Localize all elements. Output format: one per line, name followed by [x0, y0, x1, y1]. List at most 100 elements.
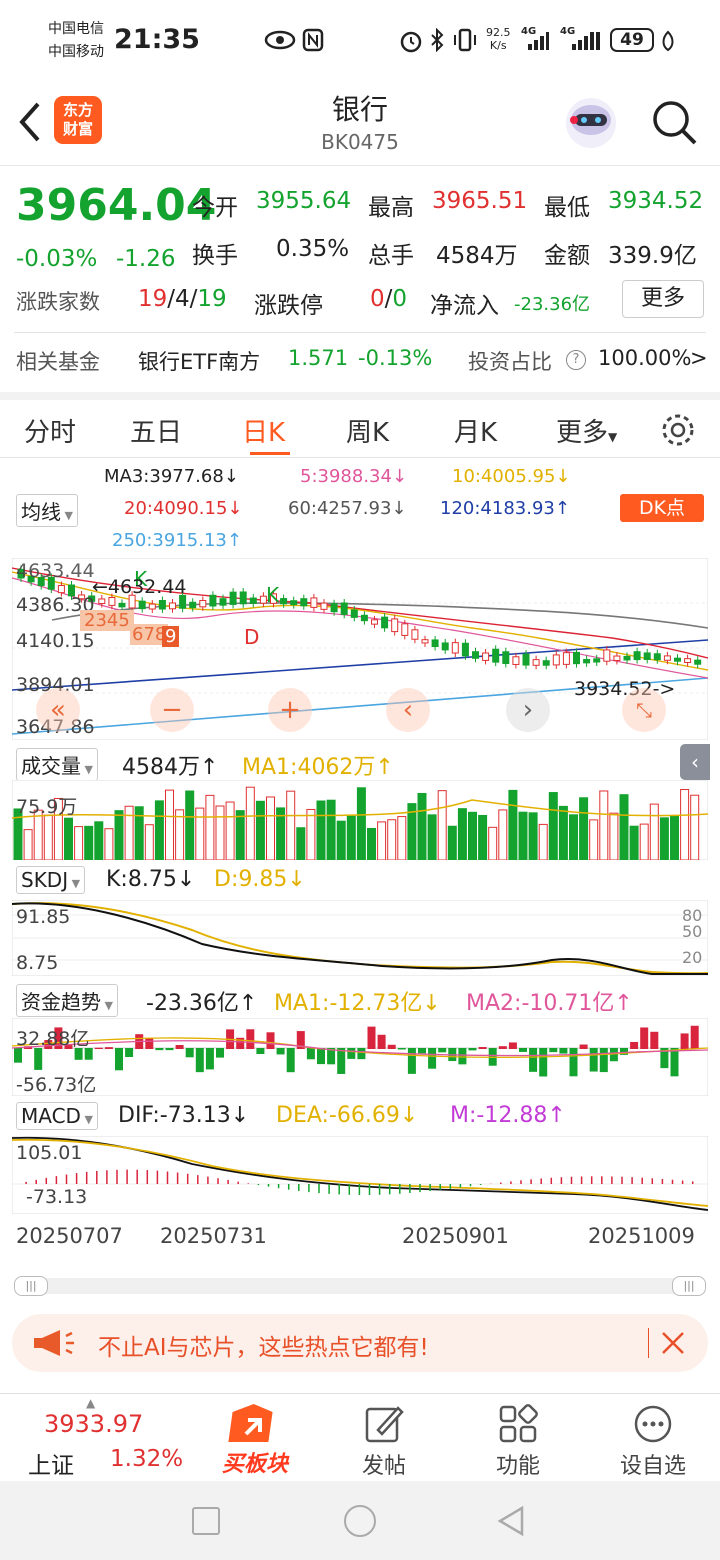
candle [451, 642, 459, 654]
scroll-handle-right[interactable]: ||| [672, 1276, 706, 1296]
volume-bar [629, 825, 639, 860]
macd-chart[interactable] [12, 1136, 708, 1214]
close-icon[interactable] [660, 1330, 686, 1356]
candle [421, 639, 429, 644]
seq-count-3: 9 [162, 626, 180, 647]
carrier-2: 中国移动 [48, 44, 104, 60]
fund-bar [94, 1047, 103, 1049]
index-name[interactable]: 上证 [28, 1446, 74, 1480]
candle [350, 609, 358, 618]
active-tab-indicator [250, 452, 290, 455]
candle [199, 600, 207, 608]
tab-five-day[interactable]: 五日 [130, 412, 182, 449]
candle [573, 651, 580, 665]
fund-bar [397, 1048, 406, 1050]
ratio-arrow[interactable]: > [690, 346, 708, 370]
timeline-scrollbar[interactable] [14, 1278, 706, 1294]
recent-apps-icon[interactable] [192, 1507, 220, 1535]
back-nav-icon[interactable] [496, 1505, 526, 1537]
fund-bar [347, 1048, 356, 1059]
fund-label: 相关基金 [16, 350, 100, 374]
volume-bar [548, 792, 558, 860]
zoom-out-button[interactable]: − [150, 688, 194, 732]
volume-chart[interactable] [12, 780, 708, 860]
fund-pct: -0.13% [358, 346, 433, 370]
ma20-value: 20:4090.15↓ [124, 498, 243, 519]
fund-bar [155, 1048, 164, 1051]
candle [381, 616, 389, 629]
netflow-value: -23.36亿 [514, 294, 591, 315]
buy-icon [228, 1404, 273, 1442]
fund-bar [276, 1048, 285, 1055]
kline-y-3: 4140.15 [16, 630, 95, 652]
scroll-handle-left[interactable]: ||| [14, 1276, 48, 1296]
fund-bar [680, 1033, 689, 1049]
volume-bar [437, 790, 447, 860]
robot-avatar-icon[interactable] [562, 94, 620, 152]
skdj-selector[interactable]: SKDJ ▼ [16, 866, 86, 894]
tab-intraday[interactable]: 分时 [24, 412, 76, 449]
promo-banner[interactable]: 不止AI与芯片，这些热点它都有! [12, 1314, 708, 1372]
candle [189, 601, 197, 609]
volume-selector[interactable]: 成交量 ▼ [16, 748, 98, 781]
ma-selector[interactable]: 均线 ▼ [16, 494, 78, 527]
volume-bar [478, 814, 488, 860]
help-icon[interactable]: ? [566, 350, 586, 370]
candle [593, 658, 601, 663]
fund-bar [104, 1047, 113, 1049]
index-value[interactable]: 3933.97 [44, 1410, 143, 1438]
fund-bar [468, 1048, 477, 1051]
edit-icon [365, 1406, 404, 1443]
zoom-in-button[interactable]: + [268, 688, 312, 732]
fund-trend-chart[interactable] [12, 1018, 708, 1096]
dk-button[interactable]: DK点 [620, 494, 704, 522]
fund-trend-value: -23.36亿↑ [146, 991, 258, 1016]
home-icon[interactable] [344, 1505, 376, 1537]
scroll-left-fast-button[interactable]: « [36, 688, 80, 732]
skdj-y-1: 91.85 [16, 906, 71, 928]
candle [522, 653, 530, 666]
tab-more[interactable]: 更多▼ [556, 412, 617, 449]
fund-bar [519, 1048, 527, 1052]
index-pct[interactable]: 1.32% [110, 1446, 183, 1472]
buy-sector-button[interactable]: 买板块 [210, 1400, 300, 1480]
candle [653, 653, 661, 661]
vibrate-icon [454, 28, 476, 52]
scroll-right-button[interactable]: › [506, 688, 550, 732]
collapse-panel-icon[interactable]: ‹ [680, 744, 710, 780]
candle [492, 648, 500, 663]
fund-bar [418, 1048, 426, 1054]
expand-icon[interactable]: ⤡ [622, 688, 666, 732]
carrier-1: 中国电信 [48, 21, 104, 37]
macd-selector[interactable]: MACD ▼ [16, 1102, 98, 1130]
fund-bar [367, 1026, 376, 1049]
fund-name[interactable]: 银行ETF南方 [138, 346, 260, 376]
candle [583, 658, 591, 664]
bottom-nav: ▲ 3933.97 上证 1.32% 买板块 发帖 功能 设自选 [0, 1393, 720, 1481]
candle [512, 656, 520, 665]
skdj-chart[interactable] [12, 900, 708, 976]
fund-bar [216, 1048, 224, 1058]
candle [401, 623, 409, 636]
volume-bar [538, 823, 548, 860]
candle [330, 603, 338, 613]
function-button[interactable]: 功能 [478, 1400, 558, 1480]
volume-bar [235, 810, 245, 860]
candle [643, 652, 651, 660]
add-watchlist-button[interactable]: 设自选 [606, 1400, 700, 1480]
volume-bar [397, 816, 407, 860]
fund-trend-selector[interactable]: 资金趋势 ▼ [16, 984, 118, 1017]
volume-bar [84, 825, 94, 860]
kline-high-mark: ←4632.44 [92, 576, 187, 598]
scroll-left-button[interactable]: ‹ [386, 688, 430, 732]
amount-label: 金额 [544, 243, 590, 269]
tab-monthly-k[interactable]: 月K [454, 412, 497, 449]
gear-icon[interactable] [660, 412, 696, 448]
fund-bar [115, 1048, 123, 1071]
tab-daily-k[interactable]: 日K [242, 412, 285, 449]
search-icon[interactable] [650, 98, 698, 146]
post-button[interactable]: 发帖 [344, 1400, 424, 1480]
candle [674, 657, 681, 662]
tab-weekly-k[interactable]: 周K [346, 412, 389, 449]
more-button[interactable]: 更多 [622, 280, 704, 318]
